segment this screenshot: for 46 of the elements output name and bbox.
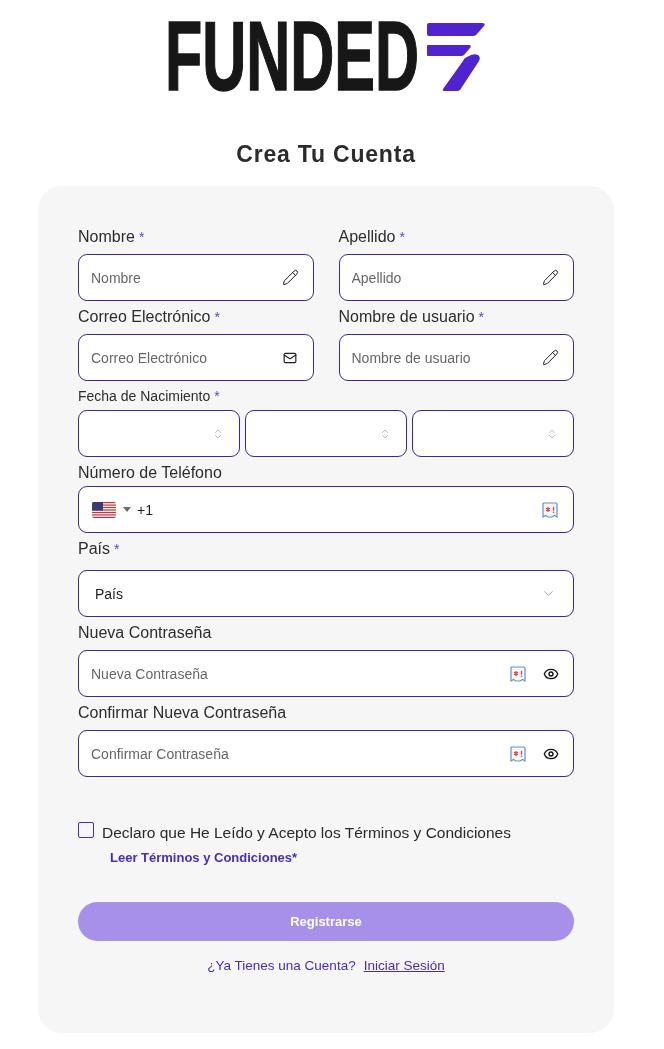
up-down-chevron-icon: [379, 427, 391, 440]
field-label: Correo Electrónico: [78, 307, 211, 327]
page-title: Crea Tu Cuenta: [236, 140, 416, 168]
pencil-icon: [542, 269, 559, 286]
field-label: Número de Teléfono: [78, 463, 222, 483]
sign-in-link[interactable]: Iniciar Sesión: [363, 957, 445, 975]
logo-mark-icon: [427, 20, 487, 92]
up-down-chevron-icon: [212, 427, 224, 440]
field-label: País: [78, 539, 110, 559]
pencil-icon: [281, 269, 299, 286]
password-input[interactable]: Confirmar Contraseña: [78, 730, 574, 777]
field-label: Nueva Contraseña: [78, 623, 212, 643]
dial-code: +1: [137, 501, 153, 518]
required-mark: *: [399, 228, 405, 246]
date-select[interactable]: [78, 410, 240, 457]
required-mark: *: [114, 540, 120, 558]
terms-checkbox[interactable]: [78, 822, 94, 838]
asterisk-badge-icon: [510, 745, 526, 762]
text-input[interactable]: Nombre: [78, 254, 314, 301]
required-mark: *: [138, 228, 145, 246]
required-mark: *: [478, 308, 485, 326]
field-label: Fecha de Nacimiento: [78, 387, 211, 405]
date-select[interactable]: [412, 410, 574, 457]
text-input[interactable]: Nombre de usuario: [338, 334, 574, 381]
required-mark: *: [214, 387, 220, 405]
required-mark: *: [214, 308, 220, 326]
terms-text: Declaro que He Leído y Acepto los Términos y Condiciones: [102, 823, 511, 843]
asterisk-badge-icon: [510, 665, 526, 682]
asterisk-badge-icon: [542, 501, 558, 518]
text-input[interactable]: Apellido: [338, 254, 574, 301]
field-label: Confirmar Nueva Contraseña: [78, 703, 287, 723]
field-label: Nombre de usuario: [338, 307, 475, 327]
phone-input[interactable]: [78, 486, 574, 533]
up-down-chevron-icon: [546, 427, 558, 440]
terms-link[interactable]: Leer Términos y Condiciones*: [110, 849, 298, 867]
date-select[interactable]: [245, 410, 407, 457]
country-select[interactable]: País: [78, 570, 574, 617]
logo-wordmark: FUNDED: [165, 20, 419, 92]
password-input[interactable]: Nueva Contraseña: [78, 650, 574, 697]
caret-icon[interactable]: [123, 507, 131, 512]
mail-icon: [282, 350, 297, 365]
field-label: Nombre: [78, 227, 135, 247]
pencil-icon: [542, 349, 559, 366]
field-label: Apellido: [338, 227, 396, 247]
account-prompt: ¿Ya Tienes una Cuenta?: [207, 957, 356, 975]
email-input[interactable]: Correo Electrónico: [78, 334, 314, 381]
